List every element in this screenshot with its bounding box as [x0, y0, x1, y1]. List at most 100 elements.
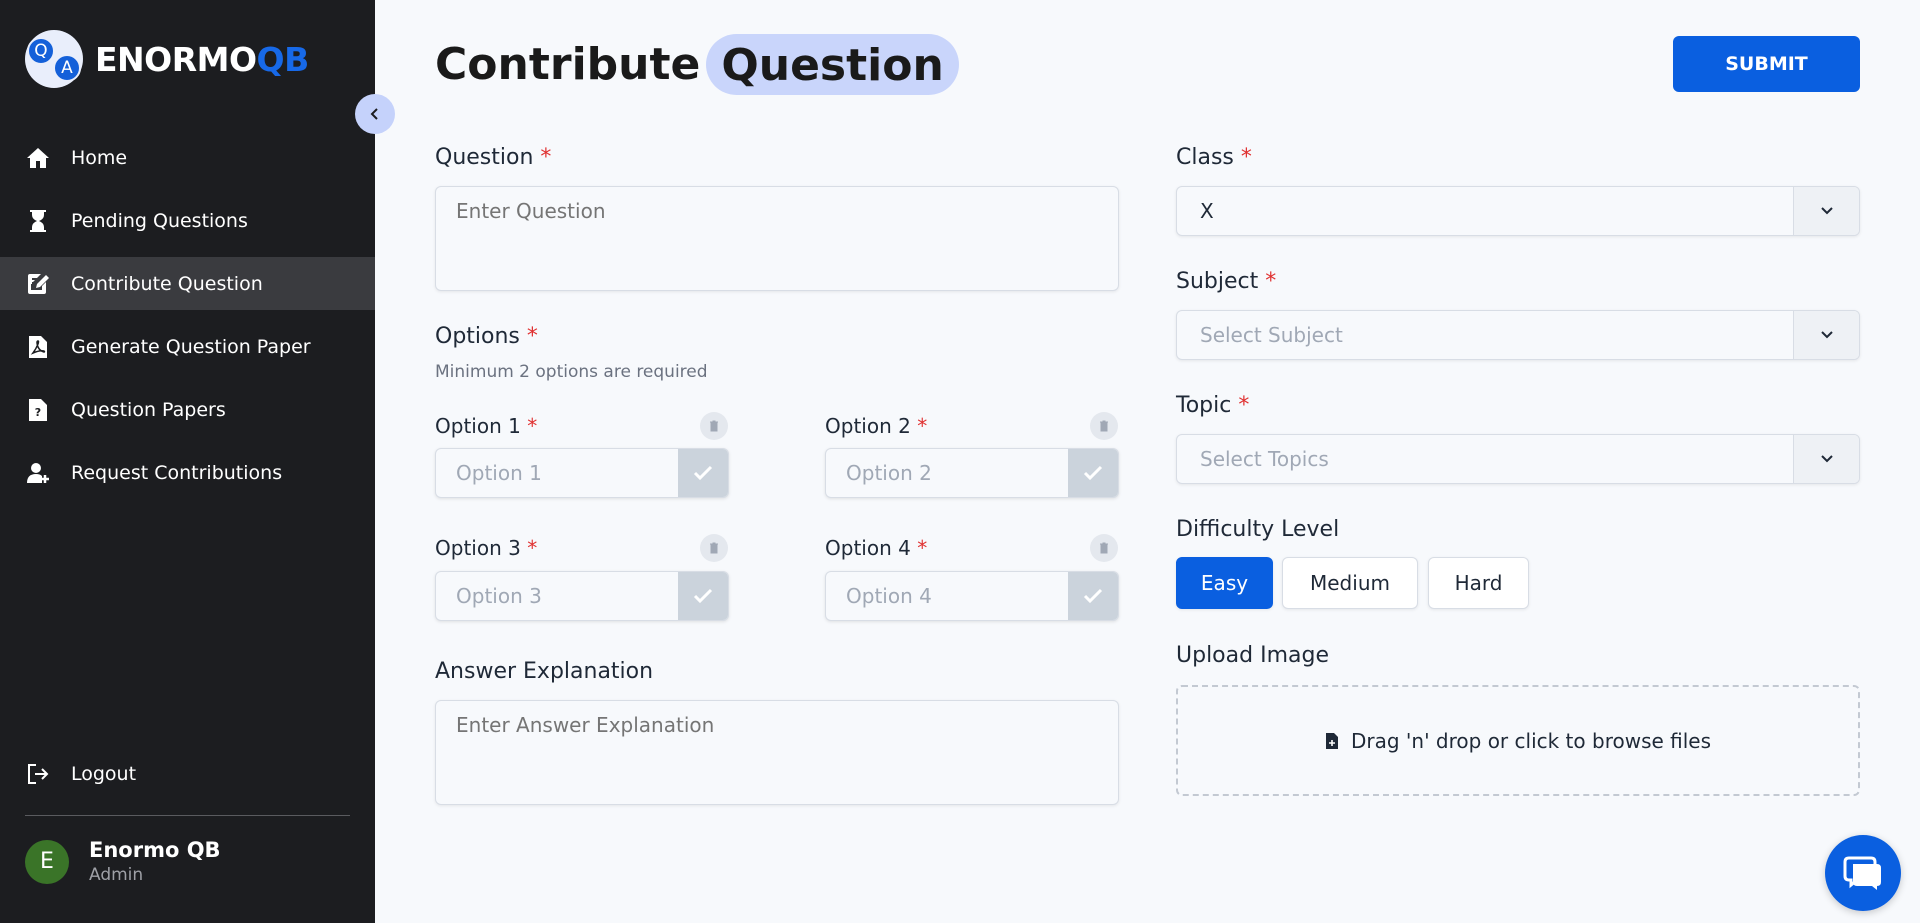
- required-mark: *: [1238, 393, 1250, 418]
- option-4-delete-button[interactable]: [1090, 534, 1118, 562]
- option-4-input[interactable]: Option 4: [826, 572, 1068, 620]
- option-1-field: Option 1: [435, 448, 729, 498]
- sidebar: Q A ENORMOQB Home Pending Questions Cont…: [0, 0, 375, 923]
- hourglass-icon: [24, 207, 52, 235]
- option-3-delete-button[interactable]: [700, 534, 728, 562]
- required-mark: *: [527, 414, 538, 438]
- dropzone-text: Drag 'n' drop or click to browse files: [1350, 728, 1712, 753]
- trash-icon: [710, 420, 718, 432]
- class-select-value: X: [1200, 199, 1214, 223]
- brand-name: ENORMOQB: [95, 40, 309, 79]
- check-icon: [1083, 465, 1103, 481]
- topic-select[interactable]: Select Topics: [1176, 434, 1860, 484]
- trash-icon: [1100, 420, 1108, 432]
- options-label-text: Options: [435, 324, 520, 349]
- topic-label: Topic *: [1176, 393, 1249, 418]
- pdf-file-icon: [24, 333, 52, 361]
- sidebar-collapse-button[interactable]: [355, 94, 395, 134]
- logo-q-bubble: Q: [27, 37, 55, 65]
- option-1-label: Option 1 *: [435, 414, 537, 438]
- class-select[interactable]: X: [1176, 186, 1860, 236]
- page-title-part1: Contribute: [435, 39, 701, 90]
- upload-label: Upload Image: [1176, 643, 1329, 668]
- subject-select-placeholder: Select Subject: [1200, 323, 1343, 347]
- chevron-left-icon: [370, 108, 378, 120]
- sidebar-item-label: Question Papers: [71, 398, 226, 421]
- options-label: Options *: [435, 324, 538, 349]
- difficulty-easy-button[interactable]: Easy: [1176, 557, 1273, 609]
- option-label-text: Option 1: [435, 414, 521, 438]
- chevron-down-icon[interactable]: [1793, 435, 1859, 483]
- chevron-down-icon[interactable]: [1793, 311, 1859, 359]
- check-icon: [1083, 588, 1103, 604]
- option-3-mark-correct-button[interactable]: [678, 572, 728, 620]
- option-4-field: Option 4: [825, 571, 1119, 621]
- option-2-delete-button[interactable]: [1090, 412, 1118, 440]
- user-profile[interactable]: E Enormo QB Admin: [25, 838, 221, 885]
- option-1-input[interactable]: Option 1: [436, 449, 678, 497]
- option-1-delete-button[interactable]: [700, 412, 728, 440]
- option-2-input[interactable]: Option 2: [826, 449, 1068, 497]
- chat-icon: [1843, 856, 1881, 890]
- chevron-down-icon[interactable]: [1793, 187, 1859, 235]
- difficulty-medium-button[interactable]: Medium: [1282, 557, 1418, 609]
- option-3-input[interactable]: Option 3: [436, 572, 678, 620]
- brand-name-accent: QB: [256, 39, 310, 79]
- page-title: Contribute Question: [435, 34, 959, 95]
- submit-button[interactable]: SUBMIT: [1673, 36, 1860, 92]
- question-file-icon: ?: [24, 396, 52, 424]
- option-label-text: Option 3: [435, 536, 521, 560]
- brand-logo[interactable]: Q A ENORMOQB: [25, 30, 309, 88]
- qa-logo-icon: Q A: [25, 30, 83, 88]
- sidebar-item-generate-question-paper[interactable]: Generate Question Paper: [0, 320, 375, 373]
- explanation-label: Answer Explanation: [435, 659, 654, 684]
- option-2-mark-correct-button[interactable]: [1068, 449, 1118, 497]
- option-4-mark-correct-button[interactable]: [1068, 572, 1118, 620]
- subject-select[interactable]: Select Subject: [1176, 310, 1860, 360]
- option-3-label: Option 3 *: [435, 536, 537, 560]
- check-icon: [693, 588, 713, 604]
- avatar: E: [25, 839, 69, 884]
- option-4-label: Option 4 *: [825, 536, 927, 560]
- sidebar-nav: Home Pending Questions Contribute Questi…: [0, 131, 375, 509]
- sidebar-item-request-contributions[interactable]: Request Contributions: [0, 446, 375, 499]
- sidebar-divider: [25, 815, 350, 816]
- required-mark: *: [527, 536, 538, 560]
- option-1-mark-correct-button[interactable]: [678, 449, 728, 497]
- required-mark: *: [917, 414, 928, 438]
- required-mark: *: [540, 145, 552, 170]
- topic-label-text: Topic: [1176, 393, 1232, 418]
- class-label-text: Class: [1176, 145, 1234, 170]
- svg-text:?: ?: [35, 406, 41, 419]
- question-label-text: Question: [435, 145, 534, 170]
- required-mark: *: [526, 324, 538, 349]
- trash-icon: [1100, 542, 1108, 554]
- sidebar-item-pending-questions[interactable]: Pending Questions: [0, 194, 375, 247]
- sidebar-item-question-papers[interactable]: ? Question Papers: [0, 383, 375, 436]
- brand-name-main: ENORMO: [95, 39, 257, 79]
- user-name: Enormo QB: [89, 838, 221, 862]
- option-2-label: Option 2 *: [825, 414, 927, 438]
- options-hint: Minimum 2 options are required: [435, 362, 708, 382]
- home-icon: [24, 144, 52, 172]
- question-input[interactable]: [435, 186, 1119, 291]
- subject-label: Subject *: [1176, 269, 1276, 294]
- sidebar-item-label: Pending Questions: [71, 209, 248, 232]
- topic-select-placeholder: Select Topics: [1200, 447, 1329, 471]
- difficulty-hard-button[interactable]: Hard: [1428, 557, 1529, 609]
- chat-support-button[interactable]: [1825, 835, 1901, 911]
- check-icon: [693, 465, 713, 481]
- sidebar-item-contribute-question[interactable]: Contribute Question: [0, 257, 375, 310]
- logout-button[interactable]: Logout: [24, 760, 136, 788]
- explanation-input[interactable]: [435, 700, 1119, 805]
- class-label: Class *: [1176, 145, 1252, 170]
- sidebar-item-home[interactable]: Home: [0, 131, 375, 184]
- option-3-field: Option 3: [435, 571, 729, 621]
- upload-dropzone[interactable]: Drag 'n' drop or click to browse files: [1176, 685, 1860, 796]
- sidebar-item-label: Request Contributions: [71, 461, 283, 484]
- sidebar-item-label: Generate Question Paper: [71, 335, 311, 358]
- required-mark: *: [917, 536, 928, 560]
- sidebar-item-label: Contribute Question: [71, 272, 263, 295]
- user-role: Admin: [89, 865, 144, 885]
- logout-icon: [24, 760, 52, 788]
